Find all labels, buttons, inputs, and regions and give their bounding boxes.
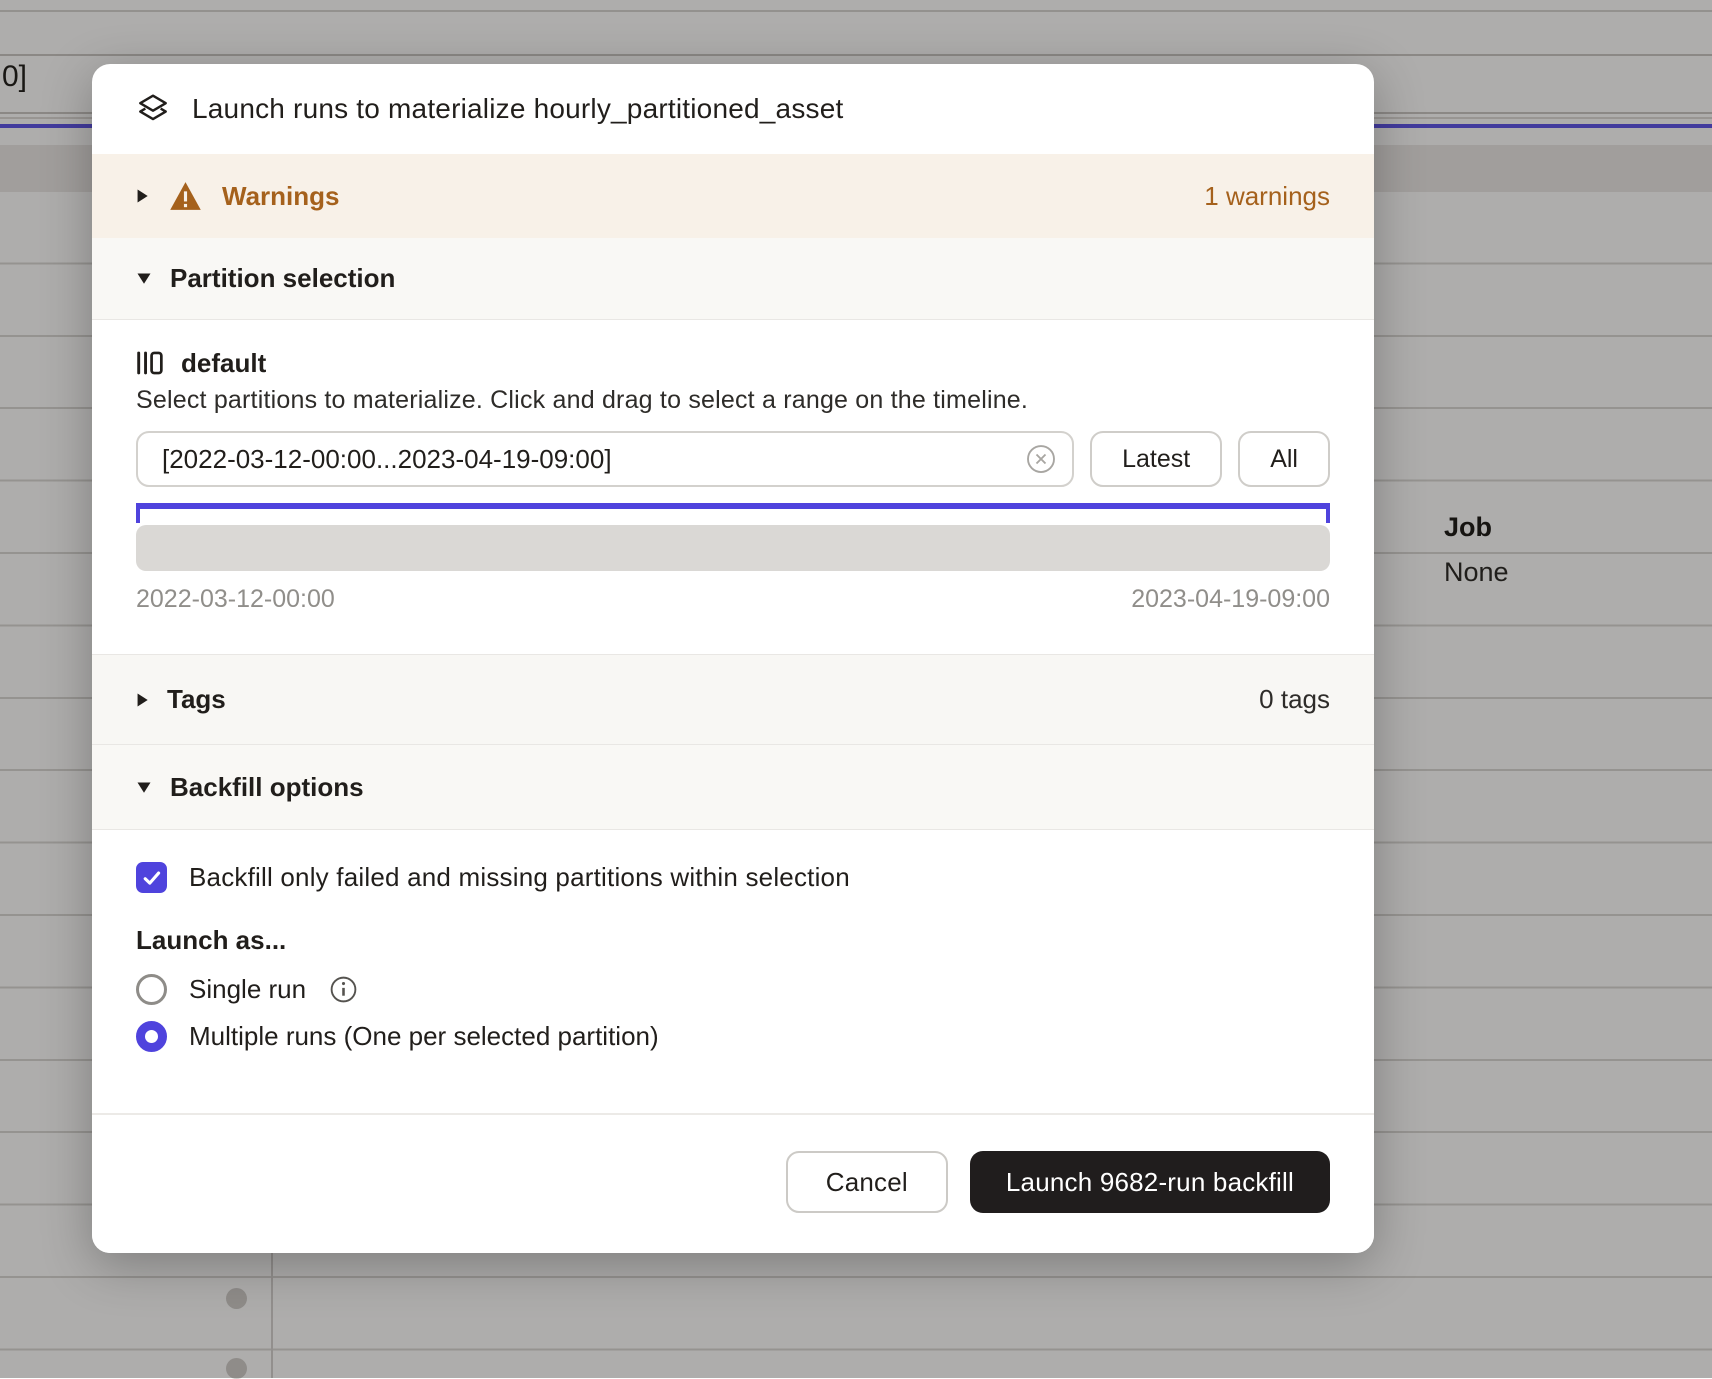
partition-set-icon <box>136 348 163 378</box>
timeline-end-date: 2023-04-19-09:00 <box>1131 585 1330 614</box>
warnings-count: 1 warnings <box>1204 181 1330 212</box>
partition-range-input[interactable] <box>136 431 1074 487</box>
multiple-runs-radio[interactable] <box>136 1021 167 1052</box>
multiple-runs-option: Multiple runs (One per selected partitio… <box>136 1021 1330 1052</box>
dialog-footer: Cancel Launch 9682-run backfill <box>92 1113 1374 1253</box>
range-input-wrap <box>136 431 1074 487</box>
partition-selection-title: Partition selection <box>170 263 395 294</box>
latest-button[interactable]: Latest <box>1090 431 1222 487</box>
partition-timeline[interactable]: 2022-03-12-00:00 2023-04-19-09:00 <box>136 503 1330 614</box>
selection-end-tick <box>1326 503 1330 523</box>
dialog-header: Launch runs to materialize hourly_partit… <box>92 64 1374 154</box>
launch-as-label: Launch as... <box>136 925 1330 956</box>
info-icon[interactable] <box>330 976 357 1003</box>
single-run-label[interactable]: Single run <box>189 974 306 1005</box>
backfill-options-title: Backfill options <box>170 772 364 803</box>
selection-start-tick <box>136 503 140 523</box>
partition-controls-row: Latest All <box>136 431 1330 487</box>
caret-down-icon <box>136 272 152 285</box>
warning-triangle-icon <box>169 181 202 211</box>
caret-down-icon <box>136 781 152 794</box>
partition-selection-header[interactable]: Partition selection <box>92 238 1374 320</box>
tags-title: Tags <box>167 684 226 715</box>
tags-count: 0 tags <box>1259 684 1330 715</box>
partition-health-bar[interactable] <box>136 525 1330 571</box>
timeline-dates: 2022-03-12-00:00 2023-04-19-09:00 <box>136 585 1330 614</box>
dimension-row: default <box>136 346 1330 380</box>
launch-backfill-button[interactable]: Launch 9682-run backfill <box>970 1151 1330 1213</box>
single-run-option: Single run <box>136 974 1330 1005</box>
partition-description: Select partitions to materialize. Click … <box>136 386 1330 415</box>
failed-missing-checkbox-row: Backfill only failed and missing partiti… <box>136 862 1330 893</box>
failed-missing-checkbox[interactable] <box>136 862 167 893</box>
launch-backfill-dialog: Launch runs to materialize hourly_partit… <box>92 64 1374 1253</box>
clear-selection-button[interactable] <box>1026 444 1056 474</box>
warnings-label: Warnings <box>222 181 339 212</box>
layers-icon <box>136 92 170 126</box>
partition-selection-content: default Select partitions to materialize… <box>92 320 1374 654</box>
timeline-start-date: 2022-03-12-00:00 <box>136 585 335 614</box>
cancel-button[interactable]: Cancel <box>786 1151 948 1213</box>
dimension-name: default <box>181 348 266 379</box>
multiple-runs-label[interactable]: Multiple runs (One per selected partitio… <box>189 1021 659 1052</box>
caret-right-icon <box>136 188 149 204</box>
warnings-section-header[interactable]: Warnings 1 warnings <box>92 154 1374 238</box>
backfill-options-header[interactable]: Backfill options <box>92 744 1374 830</box>
timeline-selection-bar <box>136 503 1330 523</box>
caret-right-icon <box>136 692 149 708</box>
tags-section-header[interactable]: Tags 0 tags <box>92 654 1374 744</box>
single-run-radio[interactable] <box>136 974 167 1005</box>
backfill-options-content: Backfill only failed and missing partiti… <box>92 830 1374 1113</box>
all-button[interactable]: All <box>1238 431 1330 487</box>
selection-bar-line <box>136 503 1330 509</box>
failed-missing-checkbox-label[interactable]: Backfill only failed and missing partiti… <box>189 862 850 893</box>
dialog-title: Launch runs to materialize hourly_partit… <box>192 93 843 125</box>
